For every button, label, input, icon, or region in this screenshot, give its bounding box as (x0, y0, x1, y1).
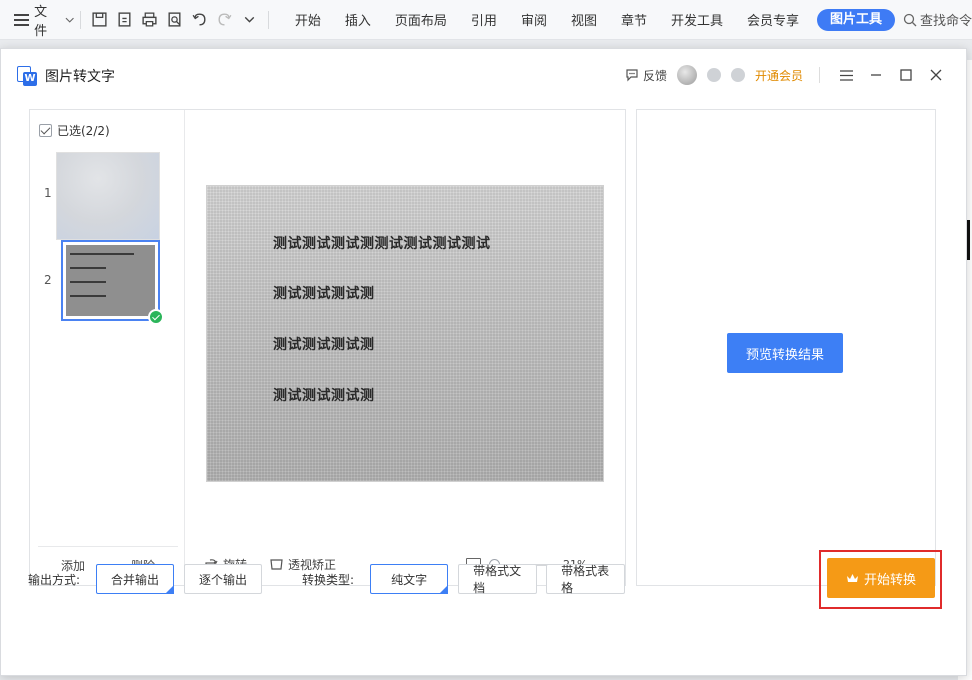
ribbon-tabs: 开始 插入 页面布局 引用 审阅 视图 章节 开发工具 会员专享 图片工具 (283, 8, 896, 31)
level-badge-icon (730, 68, 745, 82)
toolbar-divider (80, 10, 82, 29)
export-pdf-icon[interactable] (114, 9, 135, 31)
result-preview-panel: 预览转换结果 (636, 109, 936, 586)
file-menu[interactable]: 文件 (14, 1, 74, 39)
feedback-button[interactable]: 反馈 (625, 67, 667, 84)
select-all-checkbox[interactable]: 已选(2/2) (39, 122, 110, 139)
checkbox-icon (39, 124, 52, 137)
dialog-header-actions: 反馈 开通会员 (625, 65, 946, 85)
menubar: 文件 开始 插入 页面布局 引用 审阅 视图 章节 开发工具 会员专享 图片工具… (0, 0, 972, 40)
more-dropdown-icon[interactable] (239, 9, 260, 31)
thumbnail-index: 1 (44, 186, 52, 200)
redo-icon[interactable] (214, 9, 235, 31)
tab-view[interactable]: 视图 (559, 10, 609, 29)
search-label: 查找命令 (920, 14, 972, 29)
preview-text-line: 测试测试测试测 (273, 286, 375, 302)
member-badge-icon (706, 68, 721, 82)
print-icon[interactable] (139, 9, 160, 31)
separate-output-option[interactable]: 逐个输出 (184, 564, 263, 594)
merge-output-option[interactable]: 合并输出 (96, 564, 175, 594)
conversion-options: 输出方式: 合并输出 逐个输出 转换类型: 纯文字 带格式文档 带格式表格 (28, 564, 626, 595)
close-icon[interactable] (926, 65, 946, 85)
chat-bubble-icon (626, 69, 638, 82)
tab-chapter[interactable]: 章节 (609, 10, 659, 29)
start-convert-label: 开始转换 (863, 571, 916, 587)
thumbnail-1[interactable] (56, 152, 160, 240)
formatted-table-option[interactable]: 带格式表格 (546, 564, 626, 595)
file-menu-label: 文件 (34, 4, 48, 39)
tab-start[interactable]: 开始 (283, 10, 333, 29)
start-convert-button[interactable]: 开始转换 (827, 558, 935, 598)
chevron-down-icon (65, 17, 74, 23)
command-search[interactable]: 查找命令 (903, 10, 972, 29)
tab-review[interactable]: 审阅 (509, 10, 559, 29)
undo-icon[interactable] (189, 9, 210, 31)
dialog-title: 图片转文字 (45, 69, 115, 85)
print-preview-icon[interactable] (164, 9, 185, 31)
hamburger-icon (14, 14, 29, 26)
preview-text-line: 测试测试测试测测试测试测试测试 (273, 236, 491, 252)
header-divider (819, 67, 820, 83)
dialog-header: W 图片转文字 (17, 66, 115, 86)
preview-text-line: 测试测试测试测 (273, 388, 375, 404)
search-icon (903, 13, 917, 26)
save-icon[interactable] (89, 9, 110, 31)
toolbar-divider (267, 10, 269, 29)
tab-references[interactable]: 引用 (459, 10, 509, 29)
preview-result-button[interactable]: 预览转换结果 (727, 333, 843, 373)
thumbnail-index: 2 (44, 273, 52, 287)
tab-page-layout[interactable]: 页面布局 (383, 10, 459, 29)
thumbnail-list: 已选(2/2) 1 2 添加 删除 (30, 110, 185, 585)
open-membership-link[interactable]: 开通会员 (755, 67, 803, 84)
tab-member[interactable]: 会员专享 (735, 10, 811, 29)
convert-type-label: 转换类型: (302, 572, 355, 587)
start-convert-highlight: 开始转换 (819, 550, 942, 609)
maximize-icon[interactable] (896, 65, 916, 85)
preview-text-line: 测试测试测试测 (273, 337, 375, 353)
formatted-document-option[interactable]: 带格式文档 (458, 564, 538, 595)
selected-check-icon (148, 309, 164, 325)
tab-developer[interactable]: 开发工具 (659, 10, 735, 29)
menu-icon[interactable] (836, 65, 856, 85)
select-all-label: 已选(2/2) (57, 124, 110, 138)
avatar[interactable] (676, 65, 697, 85)
minimize-icon[interactable] (866, 65, 886, 85)
plain-text-option[interactable]: 纯文字 (370, 564, 449, 594)
image-preview: 测试测试测试测测试测试测试测试 测试测试测试测 测试测试测试测 测试测试测试测 (206, 185, 604, 482)
output-mode-label: 输出方式: (28, 572, 81, 587)
image-to-text-logo-icon: W (17, 66, 37, 86)
thumbnail-2-selected[interactable] (61, 240, 164, 325)
feedback-label: 反馈 (642, 68, 667, 83)
tab-picture-tools[interactable]: 图片工具 (817, 8, 896, 31)
tab-insert[interactable]: 插入 (333, 10, 383, 29)
image-preview-panel: 已选(2/2) 1 2 添加 删除 测试测试测试测测试测试测试测试 测试 (29, 109, 626, 586)
crown-icon (846, 573, 858, 582)
